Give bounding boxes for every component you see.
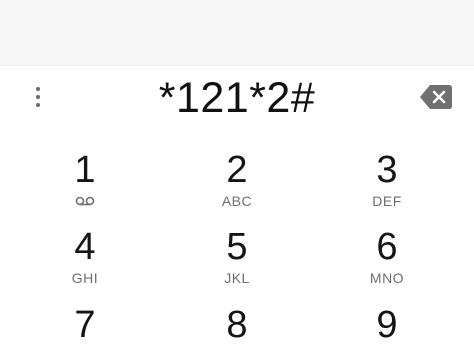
dial-key-digit: 2 [226, 149, 248, 191]
dial-key-digit: 5 [226, 226, 248, 268]
dial-key-5[interactable]: 5 JKL [177, 205, 297, 286]
dial-key-6[interactable]: 6 MNO [327, 205, 447, 286]
dial-key-7[interactable]: 7 [25, 283, 145, 355]
dialed-number-field[interactable]: *121*2# [70, 70, 404, 126]
dial-key-digit: 1 [74, 149, 96, 191]
more-options-button[interactable] [22, 80, 52, 114]
backspace-icon [420, 85, 452, 109]
dial-key-digit: 3 [376, 149, 398, 191]
dial-key-4[interactable]: 4 GHI [25, 205, 145, 286]
more-vert-icon [36, 87, 40, 91]
dial-pad: 1 2 ABC 3 DEF 4 GHI 5 JKL 6 MNO 7 8 9 [0, 128, 474, 348]
dialer-input-bar: *121*2# [0, 66, 474, 128]
dial-key-1[interactable]: 1 [25, 128, 145, 206]
dial-key-2[interactable]: 2 ABC [177, 128, 297, 209]
dial-key-digit: 6 [376, 226, 398, 268]
dial-key-9[interactable]: 9 [327, 283, 447, 355]
dial-key-digit: 8 [226, 304, 248, 346]
dial-key-8[interactable]: 8 [177, 283, 297, 355]
backspace-button[interactable] [418, 83, 454, 111]
dial-key-digit: 4 [74, 226, 96, 268]
dial-key-digit: 7 [74, 304, 96, 346]
dial-key-digit: 9 [376, 304, 398, 346]
status-area [0, 0, 474, 66]
dial-key-3[interactable]: 3 DEF [327, 128, 447, 209]
